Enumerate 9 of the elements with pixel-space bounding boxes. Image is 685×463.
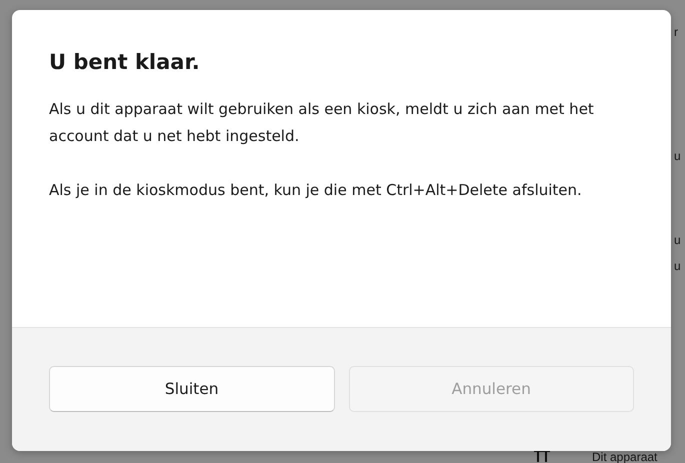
dialog-text: Als je in de kioskmodus bent, kun je die met Ctrl+Alt+Delete afsluiten. (49, 180, 583, 201)
dialog-text: Als u dit apparaat wilt gebruiken als een kiosk, meldt u zich aan met het account dat u net hebt ingesteld. (49, 99, 595, 147)
pin-icon (532, 450, 552, 462)
background-text: u (674, 260, 681, 272)
close-button[interactable]: Sluiten (49, 366, 334, 412)
dialog-title: U bent klaar. (49, 50, 201, 74)
background-text: u (674, 234, 681, 246)
background-text: u (674, 150, 681, 162)
background-text: r (674, 26, 678, 38)
